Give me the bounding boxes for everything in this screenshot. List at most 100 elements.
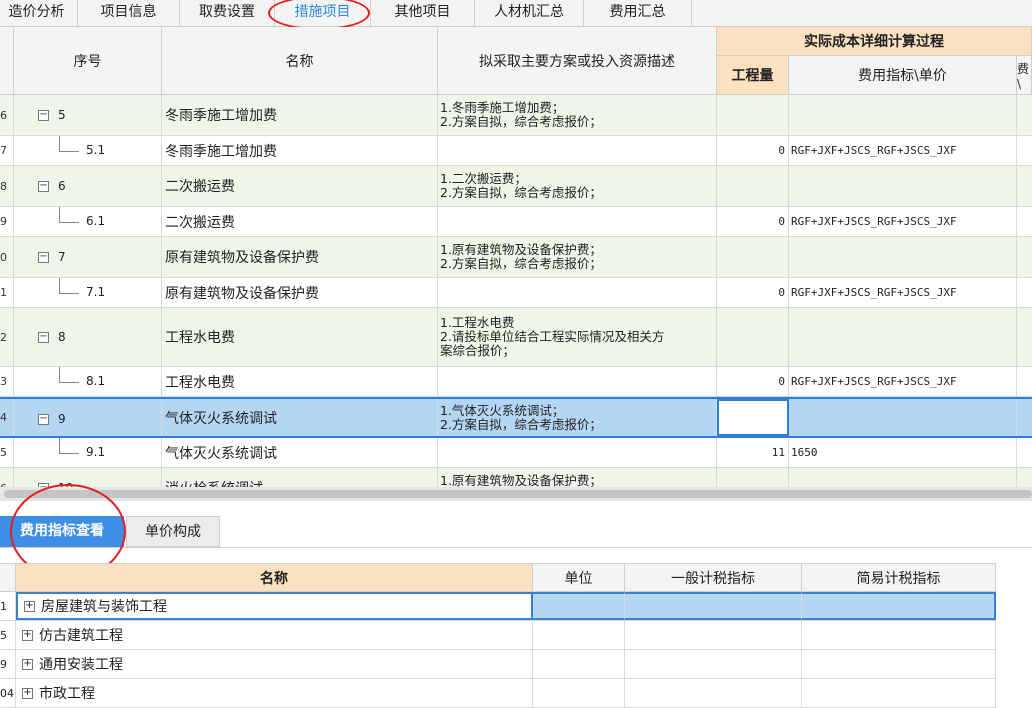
- seq-cell[interactable]: −10: [14, 468, 162, 487]
- seq-cell[interactable]: 6.1: [14, 207, 162, 236]
- tab-fee-summary[interactable]: 费用汇总: [584, 0, 692, 26]
- name-cell[interactable]: 工程水电费: [162, 367, 438, 396]
- seq-cell[interactable]: −8: [14, 308, 162, 366]
- price-cell[interactable]: RGF+JXF+JSCS_RGF+JSCS_JXF: [789, 136, 1017, 165]
- name-cell[interactable]: 原有建筑物及设备保护费: [162, 278, 438, 307]
- list-item[interactable]: 04 + 市政工程: [0, 679, 996, 708]
- desc-cell[interactable]: [438, 136, 717, 165]
- table-row[interactable]: 8−6 二次搬运费 1.二次搬运费； 2.方案自拟，综合考虑报价；: [0, 166, 1032, 207]
- expand-icon[interactable]: +: [22, 658, 33, 670]
- qty-cell[interactable]: [717, 399, 789, 436]
- collapse-icon[interactable]: −: [38, 181, 49, 192]
- name-cell[interactable]: 气体灭火系统调试: [162, 438, 438, 467]
- seq-cell[interactable]: −9: [14, 399, 162, 436]
- extra-cell[interactable]: [1017, 278, 1032, 307]
- general-tax-cell[interactable]: [625, 592, 802, 620]
- collapse-icon[interactable]: −: [38, 110, 49, 121]
- table-row[interactable]: 7 5.1 冬雨季施工增加费 0 RGF+JXF+JSCS_RGF+JSCS_JXF: [0, 136, 1032, 166]
- seq-cell[interactable]: 9.1: [14, 438, 162, 467]
- tab-project-info[interactable]: 项目信息: [78, 0, 180, 26]
- simple-tax-cell[interactable]: [802, 621, 996, 649]
- scrollbar-thumb[interactable]: [4, 490, 1032, 498]
- header-name[interactable]: 名称: [162, 27, 438, 95]
- list-item[interactable]: 5 + 仿古建筑工程: [0, 621, 996, 650]
- table-row[interactable]: 5 9.1 气体灭火系统调试 11 1650: [0, 438, 1032, 468]
- desc-cell[interactable]: [438, 207, 717, 236]
- table-row[interactable]: 2−8 工程水电费 1.工程水电费 2.请投标单位结合工程实际情况及相关方 案综合报价；: [0, 308, 1032, 367]
- desc-cell[interactable]: 1.冬雨季施工增加费； 2.方案自拟，综合考虑报价；: [438, 95, 717, 135]
- tab-fee-settings[interactable]: 取费设置: [180, 0, 275, 26]
- tab-cost-analysis[interactable]: 造价分析: [0, 0, 78, 26]
- price-cell[interactable]: [789, 166, 1017, 206]
- unit-cell[interactable]: [533, 650, 625, 678]
- price-cell[interactable]: [789, 399, 1017, 436]
- lower-header-unit[interactable]: 单位: [533, 563, 625, 592]
- header-seq[interactable]: 序号: [14, 27, 162, 95]
- qty-cell[interactable]: 0: [717, 367, 789, 396]
- price-cell[interactable]: [789, 95, 1017, 135]
- general-tax-cell[interactable]: [625, 621, 802, 649]
- list-item[interactable]: 1 + 房屋建筑与装饰工程: [0, 592, 996, 621]
- name-cell[interactable]: 原有建筑物及设备保护费: [162, 237, 438, 277]
- table-row[interactable]: 6−10消火栓系统调试1.原有建筑物及设备保护费；2.方案自拟，综合考虑报价；: [0, 468, 1032, 487]
- desc-cell[interactable]: 1.工程水电费 2.请投标单位结合工程实际情况及相关方 案综合报价；: [438, 308, 717, 366]
- seq-cell[interactable]: 8.1: [14, 367, 162, 396]
- price-cell[interactable]: 1650: [789, 438, 1017, 467]
- seq-cell[interactable]: −5: [14, 95, 162, 135]
- unit-cell[interactable]: [533, 679, 625, 707]
- desc-cell[interactable]: 1.原有建筑物及设备保护费；2.方案自拟，综合考虑报价；: [438, 468, 717, 487]
- table-row[interactable]: 4−9 气体灭火系统调试 1.气体灭火系统调试； 2.方案自拟，综合考虑报价；: [0, 397, 1032, 438]
- category-name-cell[interactable]: + 房屋建筑与装饰工程: [16, 592, 533, 620]
- unit-cell[interactable]: [533, 621, 625, 649]
- seq-cell[interactable]: −6: [14, 166, 162, 206]
- extra-cell[interactable]: [1017, 237, 1032, 277]
- name-cell[interactable]: 消火栓系统调试: [162, 468, 438, 487]
- list-item[interactable]: 9 + 通用安装工程: [0, 650, 996, 679]
- price-cell[interactable]: [789, 468, 1017, 487]
- extra-cell[interactable]: [1017, 95, 1032, 135]
- name-cell[interactable]: 工程水电费: [162, 308, 438, 366]
- price-cell[interactable]: [789, 308, 1017, 366]
- price-cell[interactable]: RGF+JXF+JSCS_RGF+JSCS_JXF: [789, 207, 1017, 236]
- desc-cell[interactable]: 1.二次搬运费； 2.方案自拟，综合考虑报价；: [438, 166, 717, 206]
- price-cell[interactable]: [789, 237, 1017, 277]
- header-desc[interactable]: 拟采取主要方案或投入资源描述: [438, 27, 717, 95]
- tab-other-items[interactable]: 其他项目: [371, 0, 475, 26]
- tab-labor-material-machine[interactable]: 人材机汇总: [475, 0, 584, 26]
- seq-cell[interactable]: 7.1: [14, 278, 162, 307]
- header-price[interactable]: 费用指标\单价: [789, 56, 1017, 95]
- qty-cell[interactable]: 11: [717, 438, 789, 467]
- name-cell[interactable]: 冬雨季施工增加费: [162, 136, 438, 165]
- qty-cell[interactable]: 0: [717, 278, 789, 307]
- extra-cell[interactable]: [1017, 136, 1032, 165]
- extra-cell[interactable]: [1017, 399, 1032, 436]
- tab-measures[interactable]: 措施项目: [275, 0, 371, 26]
- lower-header-simple[interactable]: 简易计税指标: [802, 563, 996, 592]
- expand-icon[interactable]: +: [24, 600, 35, 612]
- horizontal-scrollbar[interactable]: [0, 487, 1032, 501]
- table-row[interactable]: 9 6.1 二次搬运费 0 RGF+JXF+JSCS_RGF+JSCS_JXF: [0, 207, 1032, 237]
- extra-cell[interactable]: [1017, 367, 1032, 396]
- qty-cell[interactable]: [717, 468, 789, 487]
- extra-cell[interactable]: [1017, 207, 1032, 236]
- category-name-cell[interactable]: + 仿古建筑工程: [16, 621, 533, 649]
- seq-cell[interactable]: 5.1: [14, 136, 162, 165]
- desc-cell[interactable]: 1.原有建筑物及设备保护费；2.方案自拟，综合考虑报价；: [438, 237, 717, 277]
- qty-cell[interactable]: [717, 308, 789, 366]
- qty-cell[interactable]: 0: [717, 207, 789, 236]
- tab-fee-index-view[interactable]: 费用指标查看: [0, 516, 124, 547]
- simple-tax-cell[interactable]: [802, 679, 996, 707]
- unit-cell[interactable]: [533, 592, 625, 620]
- collapse-icon[interactable]: −: [38, 414, 49, 425]
- extra-cell[interactable]: [1017, 166, 1032, 206]
- category-name-cell[interactable]: + 市政工程: [16, 679, 533, 707]
- desc-cell[interactable]: [438, 278, 717, 307]
- header-qty[interactable]: 工程量: [717, 56, 789, 95]
- seq-cell[interactable]: −7: [14, 237, 162, 277]
- tab-unit-price-composition[interactable]: 单价构成: [126, 516, 220, 547]
- collapse-icon[interactable]: −: [38, 332, 49, 343]
- collapse-icon[interactable]: −: [38, 252, 49, 263]
- general-tax-cell[interactable]: [625, 679, 802, 707]
- qty-cell[interactable]: 0: [717, 136, 789, 165]
- qty-cell[interactable]: [717, 237, 789, 277]
